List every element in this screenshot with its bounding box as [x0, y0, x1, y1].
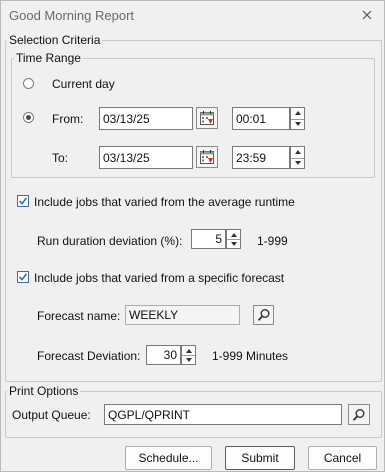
- average-runtime-checkbox[interactable]: [17, 195, 29, 207]
- specific-forecast-label: Include jobs that varied from a specific…: [34, 271, 285, 285]
- forecast-name-label: Forecast name:: [37, 309, 121, 323]
- forecast-deviation-spinner[interactable]: [181, 345, 196, 365]
- run-deviation-field[interactable]: 5: [191, 229, 226, 249]
- from-label: From:: [52, 112, 84, 126]
- close-button[interactable]: [352, 2, 382, 28]
- checkmark-icon: [18, 273, 28, 281]
- run-deviation-spinner[interactable]: [226, 229, 241, 249]
- time-range-legend: Time Range: [14, 51, 83, 65]
- close-icon: [362, 10, 372, 20]
- output-queue-label: Output Queue:: [12, 408, 91, 422]
- cancel-button[interactable]: Cancel: [308, 446, 377, 470]
- forecast-deviation-range: 1-999 Minutes: [212, 349, 289, 363]
- schedule-button[interactable]: Schedule...: [125, 446, 212, 470]
- window-title: Good Morning Report: [9, 8, 135, 23]
- calendar-icon: [200, 111, 214, 125]
- to-date-field[interactable]: 03/13/25: [99, 146, 193, 169]
- spin-down-icon[interactable]: [291, 119, 304, 130]
- forecast-search-button[interactable]: [253, 305, 274, 325]
- from-time-spinner[interactable]: [290, 107, 305, 130]
- current-day-radio[interactable]: [23, 78, 34, 89]
- magnifier-icon: [257, 309, 269, 321]
- average-runtime-label: Include jobs that varied from the averag…: [34, 195, 295, 209]
- from-date-field[interactable]: 03/13/25: [99, 107, 193, 130]
- from-time-field[interactable]: 00:01: [232, 107, 290, 130]
- specific-forecast-checkbox[interactable]: [17, 271, 29, 283]
- magnifier-icon: [352, 408, 365, 421]
- print-options-legend: Print Options: [7, 384, 81, 398]
- run-deviation-range: 1-999: [257, 234, 288, 248]
- checkmark-icon: [18, 197, 28, 205]
- calendar-icon: [200, 150, 214, 164]
- spin-down-icon[interactable]: [227, 239, 240, 248]
- spin-down-icon[interactable]: [291, 158, 304, 169]
- output-queue-field[interactable]: QGPL/QPRINT: [104, 404, 342, 425]
- from-radio[interactable]: [23, 112, 34, 123]
- to-calendar-button[interactable]: [196, 146, 218, 168]
- to-label: To:: [52, 151, 69, 165]
- spin-down-icon[interactable]: [182, 355, 195, 364]
- submit-button[interactable]: Submit: [225, 446, 295, 470]
- forecast-deviation-label: Forecast Deviation:: [37, 349, 141, 363]
- forecast-deviation-field[interactable]: 30: [146, 345, 181, 365]
- to-time-field[interactable]: 23:59: [232, 146, 290, 169]
- to-time-spinner[interactable]: [290, 146, 305, 169]
- output-queue-search-button[interactable]: [348, 404, 370, 425]
- run-deviation-label: Run duration deviation (%):: [37, 234, 183, 248]
- forecast-name-field[interactable]: WEEKLY: [125, 305, 240, 325]
- from-calendar-button[interactable]: [196, 107, 218, 129]
- current-day-label: Current day: [52, 77, 115, 91]
- selection-criteria-legend: Selection Criteria: [7, 33, 103, 47]
